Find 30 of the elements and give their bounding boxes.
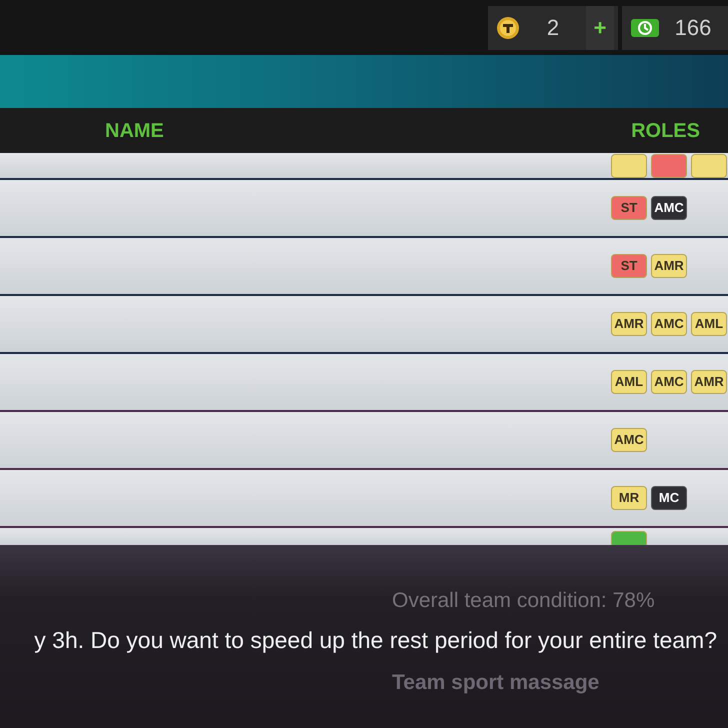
player-row[interactable]: ST AMR	[0, 238, 728, 296]
player-row[interactable]: AML AMC AMR	[0, 354, 728, 412]
role-chip: AML	[691, 312, 727, 336]
column-header[interactable]: ROLES	[631, 116, 700, 146]
player-row[interactable]: MR MC	[0, 470, 728, 528]
role-chip: AMR	[611, 312, 647, 336]
cash-icon	[630, 18, 660, 38]
background-text: Overall team condition: 78%	[392, 588, 655, 614]
role-chip: AML	[611, 370, 647, 394]
role-chip: AMC	[611, 428, 647, 452]
role-chip: AMC	[651, 370, 687, 394]
currency-amount: 166	[674, 14, 712, 42]
dialog-message: y 3h. Do you want to speed up the rest period for your entire team?	[34, 627, 717, 653]
role-chip: AMC	[651, 196, 687, 220]
role-chip: MC	[651, 486, 687, 510]
column-header[interactable]: NAME	[105, 116, 164, 146]
role-chip: ST	[611, 254, 647, 278]
player-row[interactable]	[0, 153, 728, 180]
player-row[interactable]: AMC	[0, 412, 728, 470]
role-chip: MR	[611, 486, 647, 510]
add-button[interactable]: +	[586, 6, 614, 50]
role-chip: AMR	[651, 254, 687, 278]
role-chip: AMR	[691, 370, 727, 394]
role-chip: AMC	[651, 312, 687, 336]
role-chip: ST	[611, 196, 647, 220]
player-row[interactable]: AMR AMC AML	[0, 296, 728, 354]
player-row[interactable]: ST AMC	[0, 180, 728, 238]
currency-amount: 2	[546, 14, 560, 42]
background-text: Team sport massage	[392, 670, 600, 696]
coin-icon	[496, 16, 520, 40]
